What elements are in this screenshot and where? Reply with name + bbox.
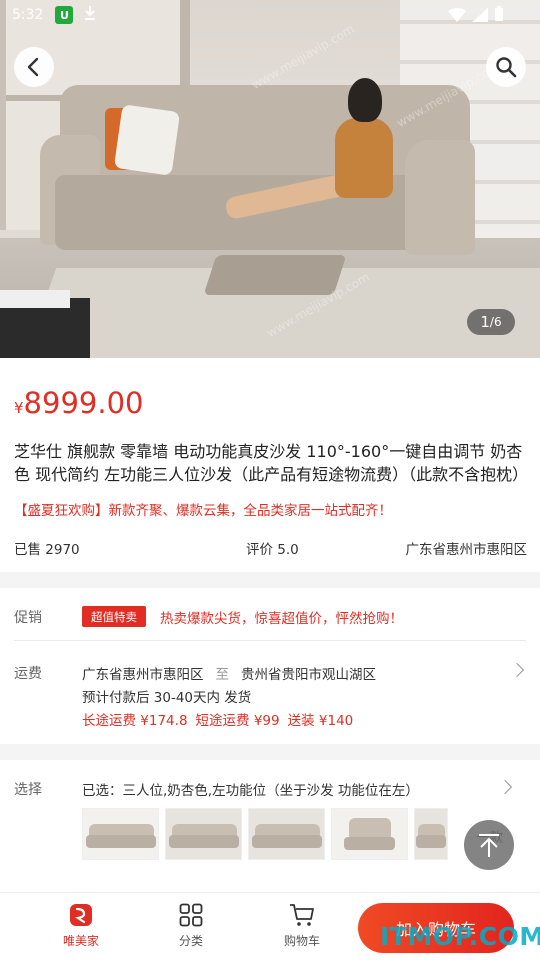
image-watermark: www.meijiavip.com [249, 21, 357, 93]
arrow-up-icon [479, 834, 499, 857]
sofa-right-arm [405, 140, 475, 255]
variant-thumbnail[interactable] [82, 808, 159, 860]
shipping-to: 贵州省贵阳市观山湖区 [241, 667, 376, 683]
side-table [0, 290, 90, 358]
search-icon [496, 57, 517, 78]
delivery-install-fee: 送装 ¥140 [287, 713, 354, 729]
variant-thumbnail[interactable] [248, 808, 325, 860]
product-image-gallery[interactable]: www.meijiavip.com www.meijiavip.com www.… [0, 0, 540, 358]
site-watermark: ITMOP.COM [380, 922, 540, 951]
shipping-route: 广东省惠州市惠阳区至贵州省贵阳市观山湖区 [82, 663, 376, 683]
back-button[interactable] [14, 47, 54, 87]
shipping-to-word: 至 [215, 667, 230, 683]
variant-thumbnail[interactable] [414, 808, 448, 860]
shipping-label: 运费 [14, 666, 42, 682]
sold-count: 已售 2970 [14, 542, 80, 558]
battery-icon [494, 6, 504, 26]
price-value: 8999.00 [23, 386, 144, 420]
promotion-text: 热卖爆款尖货，惊喜超值价，怦然抢购！ [160, 611, 403, 627]
image-page-indicator: 1/6 [467, 309, 515, 335]
sofa-footrest [203, 255, 347, 295]
search-button[interactable] [486, 47, 526, 87]
back-to-top-button[interactable] [464, 820, 514, 870]
tab-category[interactable]: 分类 [151, 903, 231, 949]
campaign-banner-text[interactable]: 【盛夏狂欢购】新款齐聚、爆款云集，全品类家居一站式配齐！ [14, 499, 392, 519]
ship-from-location: 广东省惠州市惠阳区 [405, 542, 528, 558]
cart-icon [290, 904, 314, 926]
tab-label: 分类 [178, 934, 203, 948]
person-body [335, 118, 393, 198]
app-notification-icon: U [55, 6, 74, 24]
person-head [348, 78, 382, 122]
status-bar: 5:32 U [0, 0, 540, 30]
variant-thumbnail[interactable] [331, 808, 408, 860]
product-price: ¥8999.00 [14, 386, 143, 420]
download-icon [83, 5, 97, 25]
brand-icon [70, 904, 92, 926]
grid-icon [179, 903, 203, 927]
shipping-from: 广东省惠州市惠阳区 [82, 667, 204, 683]
rating[interactable]: 评价 5.0 [246, 538, 299, 558]
tab-label: 购物车 [283, 934, 320, 948]
status-time: 5:32 [12, 7, 44, 23]
selected-variant: 已选：三人位,奶杏色,左功能位（坐于沙发 功能位在左） [82, 783, 419, 799]
white-pillow [113, 104, 181, 176]
divider [14, 640, 526, 641]
long-haul-fee: 长途运费 ¥174.8 [82, 713, 188, 729]
shipping-fees: 长途运费 ¥174.8 短途运费 ¥99 送装 ¥140 [82, 709, 361, 729]
currency-symbol: ¥ [14, 399, 24, 417]
tab-cart[interactable]: 购物车 [262, 903, 342, 949]
short-haul-fee: 短途运费 ¥99 [195, 713, 280, 729]
wifi-icon [448, 7, 466, 26]
product-title: 芝华仕 旗舰款 零靠墙 电动功能真皮沙发 110°-160°一键自由调节 奶杏色… [14, 442, 529, 484]
shipping-eta: 预计付款后 30-40天内 发货 [82, 690, 252, 706]
select-label: 选择 [14, 782, 42, 798]
image-total-count: /6 [489, 315, 502, 329]
tab-label: 唯美家 [62, 934, 99, 948]
signal-icon [472, 7, 488, 26]
tab-home[interactable]: 唯美家 [41, 903, 121, 949]
variant-thumbnail[interactable] [165, 808, 242, 860]
chevron-left-icon [27, 57, 39, 77]
promotion-label: 促销 [14, 610, 42, 626]
image-current-index: 1 [480, 313, 490, 331]
promotion-badge: 超值特卖 [82, 606, 146, 627]
